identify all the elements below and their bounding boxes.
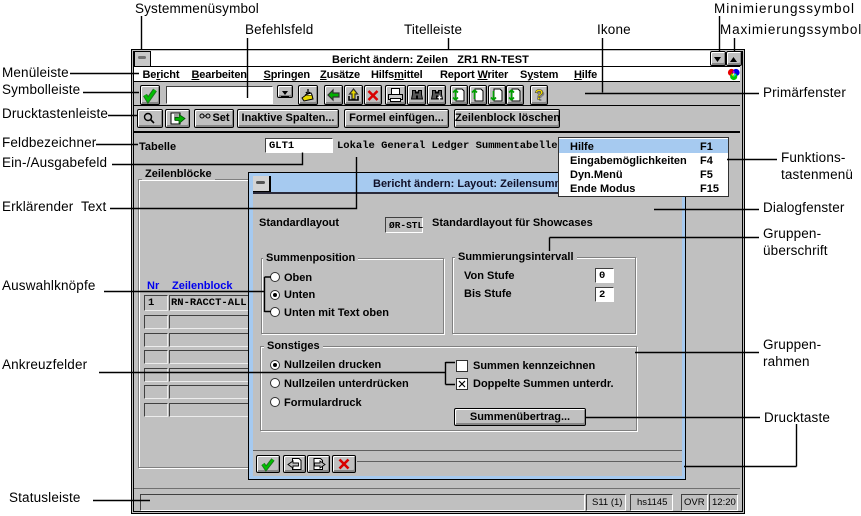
svg-text:?: ?: [535, 87, 544, 104]
